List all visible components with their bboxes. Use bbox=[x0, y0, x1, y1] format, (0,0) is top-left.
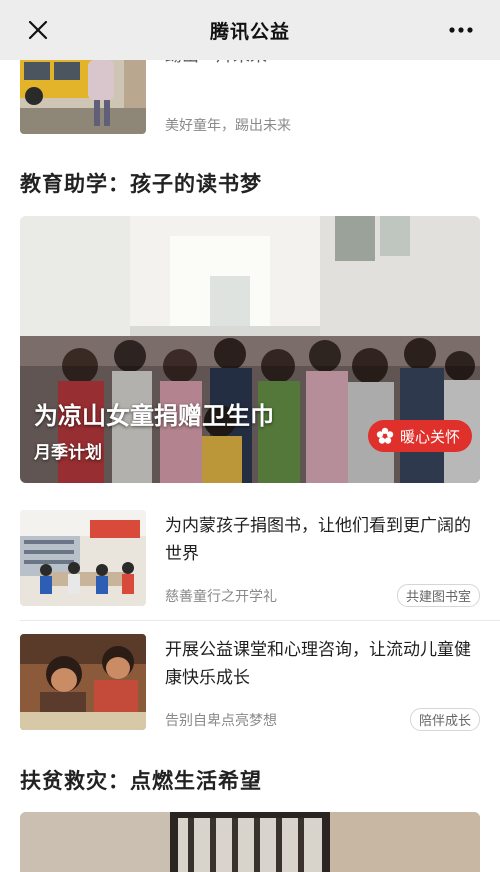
article-title: 为内蒙孩子捐图书，让他们看到更广阔的世界 bbox=[165, 516, 471, 564]
article-thumbnail bbox=[20, 56, 146, 134]
banner-subtitle: 月季计划 bbox=[34, 443, 102, 463]
section-title-poverty: 扶贫救灾：点燃生活希望 bbox=[20, 769, 262, 793]
featured-banner[interactable]: 为凉山女童捐赠卫生巾 月季计划 暖心关怀 bbox=[20, 216, 480, 483]
article-subtitle: 慈善童行之开学礼 bbox=[165, 589, 277, 605]
more-icon[interactable] bbox=[448, 22, 474, 38]
article-thumbnail bbox=[20, 510, 146, 606]
flower-icon bbox=[376, 427, 394, 444]
page-title: 腾讯公益 bbox=[209, 20, 290, 43]
warm-care-button[interactable]: 暖心关怀 bbox=[368, 420, 473, 452]
article-title: 开展公益课堂和心理咨询，让流动儿童健康快乐成长 bbox=[165, 640, 471, 688]
article-card-library[interactable]: 为内蒙孩子捐图书，让他们看到更广阔的世界 慈善童行之开学礼 共建图书室 bbox=[20, 510, 480, 610]
article-tag: 共建图书室 bbox=[396, 584, 480, 607]
section-title-education: 教育助学：孩子的读书梦 bbox=[20, 172, 262, 196]
banner-title: 为凉山女童捐赠卫生巾 bbox=[34, 402, 274, 430]
warm-care-button-label: 暖心关怀 bbox=[400, 427, 461, 446]
featured-banner-2[interactable] bbox=[20, 812, 480, 872]
article-subtitle: 美好童年，踢出未来 bbox=[165, 118, 291, 134]
divider bbox=[20, 620, 500, 621]
article-subtitle: 告别自卑点亮梦想 bbox=[165, 713, 277, 729]
banner-photo bbox=[20, 812, 480, 872]
article-thumbnail bbox=[20, 634, 146, 730]
close-icon[interactable] bbox=[26, 18, 50, 42]
top-nav-bar: 腾讯公益 bbox=[0, 0, 500, 60]
article-tag: 陪伴成长 bbox=[409, 708, 480, 731]
article-card-class[interactable]: 开展公益课堂和心理咨询，让流动儿童健康快乐成长 告别自卑点亮梦想 陪伴成长 bbox=[20, 634, 480, 731]
